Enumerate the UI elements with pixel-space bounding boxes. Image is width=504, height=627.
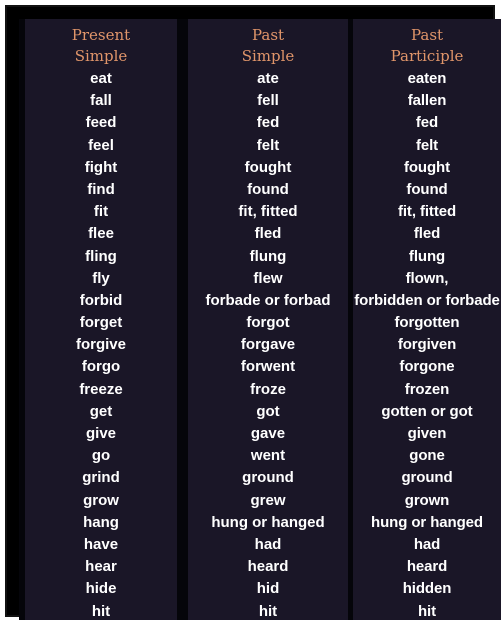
verb-form-cell: hang bbox=[83, 513, 119, 531]
past-participle-column: Past Participle eaten fallen fed felt fought… bbox=[353, 19, 501, 620]
verb-form-cell: ground bbox=[401, 469, 453, 487]
verb-form-cell: forgotten bbox=[394, 314, 460, 332]
verb-form-cell: given bbox=[407, 425, 447, 442]
verb-form-cell: fling bbox=[85, 247, 117, 265]
verb-form-cell: grow bbox=[83, 491, 119, 509]
verb-form-cell: forget bbox=[79, 314, 123, 332]
verb-form-cell: eat bbox=[90, 70, 112, 87]
verb-form-cell: flown, bbox=[405, 269, 449, 287]
verb-form-cell: forgiven bbox=[397, 336, 457, 354]
header-line: Simple bbox=[241, 47, 295, 65]
verb-form-cell: find bbox=[87, 180, 115, 198]
verb-form-cell: go bbox=[91, 447, 111, 465]
header-line: Past bbox=[251, 26, 285, 44]
header-line: Simple bbox=[74, 47, 128, 65]
verb-form-cell: fit bbox=[93, 203, 109, 221]
header-line: Present bbox=[71, 26, 131, 44]
verb-form-cell: fight bbox=[84, 158, 118, 176]
verb-form-cell: hit bbox=[91, 602, 111, 620]
verb-form-cell: have bbox=[83, 535, 119, 553]
verb-form-cell: found bbox=[247, 180, 289, 198]
verb-form-cell: hidden bbox=[402, 580, 452, 598]
verb-form-cell: freeze bbox=[79, 380, 123, 398]
verb-form-cell: forbidden or forbade bbox=[354, 291, 500, 309]
verb-form-cell: hit bbox=[417, 602, 437, 620]
verb-form-cell: hide bbox=[85, 580, 117, 598]
present-simple-column: Present Simple eat fall feed feel fight find f… bbox=[25, 19, 177, 620]
verb-form-cell: gave bbox=[250, 425, 286, 442]
past-simple-header: Past Simple bbox=[188, 25, 348, 67]
verb-form-cell: fed bbox=[415, 114, 439, 132]
verb-table: Present Simple eat fall feed feel fight find f… bbox=[19, 19, 501, 620]
verb-form-cell: frozen bbox=[404, 380, 450, 398]
verb-form-cell: hear bbox=[85, 558, 117, 576]
verb-form-cell: fed bbox=[256, 114, 280, 132]
verb-form-cell: flee bbox=[88, 225, 114, 243]
verb-form-cell: forgot bbox=[246, 314, 290, 332]
verb-form-cell: flung bbox=[408, 247, 446, 265]
verb-form-cell: froze bbox=[250, 380, 286, 398]
verb-form-cell: fell bbox=[257, 92, 279, 110]
verb-form-cell: heard bbox=[247, 558, 289, 576]
header-line: Participle bbox=[390, 47, 464, 65]
verb-form-cell: heard bbox=[406, 558, 448, 576]
verb-form-cell: flung bbox=[249, 247, 287, 265]
verb-form-cell: felt bbox=[415, 136, 439, 154]
verb-form-cell: forbade or forbad bbox=[205, 291, 331, 309]
verb-form-cell: went bbox=[250, 447, 286, 465]
past-simple-list: ate fell fed felt fought found fit, fitted fled… bbox=[188, 68, 348, 623]
present-simple-header: Present Simple bbox=[25, 25, 177, 67]
verb-form-cell: eaten bbox=[407, 70, 447, 87]
present-simple-list: eat fall feed feel fight find fit flee fling fly f… bbox=[25, 68, 177, 623]
verb-form-cell: hung or hanged bbox=[371, 513, 483, 531]
header-line: Past bbox=[410, 26, 444, 44]
verb-form-cell: forgive bbox=[75, 336, 126, 354]
verb-form-cell: grew bbox=[250, 491, 286, 509]
verb-form-cell: forbid bbox=[79, 291, 123, 309]
past-participle-list: eaten fallen fed felt fought found fit, fitted… bbox=[353, 68, 501, 623]
verb-form-cell: give bbox=[85, 425, 116, 442]
verb-form-cell: grown bbox=[404, 491, 450, 509]
verb-form-cell: fought bbox=[244, 158, 292, 176]
verb-form-cell: feed bbox=[85, 114, 117, 132]
verb-form-cell: get bbox=[89, 402, 113, 420]
verb-form-cell: fly bbox=[92, 269, 110, 287]
verb-form-cell: got bbox=[256, 402, 280, 420]
page-frame: Present Simple eat fall feed feel fight find f… bbox=[5, 5, 501, 620]
verb-form-cell: fit, fitted bbox=[397, 203, 457, 221]
verb-form-cell: had bbox=[413, 535, 441, 553]
verb-form-cell: found bbox=[406, 180, 448, 198]
verb-form-cell: forwent bbox=[240, 358, 296, 376]
verb-form-cell: hit bbox=[258, 602, 278, 620]
verb-form-cell: ground bbox=[242, 469, 294, 487]
past-simple-column: Past Simple ate fell fed felt fought found fit… bbox=[188, 19, 348, 620]
verb-form-cell: fallen bbox=[407, 92, 447, 110]
verb-form-cell: gotten or got bbox=[381, 402, 473, 420]
verb-form-cell: hid bbox=[256, 580, 280, 598]
verb-form-cell: forgo bbox=[81, 358, 121, 376]
verb-form-cell: fled bbox=[413, 225, 441, 243]
verb-form-cell: feel bbox=[88, 136, 114, 154]
past-participle-header: Past Participle bbox=[353, 25, 501, 67]
verb-form-cell: flew bbox=[253, 269, 283, 287]
verb-form-cell: gone bbox=[409, 447, 445, 465]
verb-form-cell: ate bbox=[257, 70, 279, 87]
verb-form-cell: fall bbox=[90, 92, 112, 110]
verb-form-cell: fled bbox=[254, 225, 282, 243]
verb-form-cell: fought bbox=[403, 158, 451, 176]
verb-form-cell: had bbox=[254, 535, 282, 553]
verb-form-cell: fit, fitted bbox=[238, 203, 298, 221]
verb-form-cell: forgave bbox=[240, 336, 296, 354]
verb-form-cell: felt bbox=[256, 136, 280, 154]
verb-form-cell: grind bbox=[82, 469, 120, 487]
verb-form-cell: forgone bbox=[399, 358, 455, 376]
verb-form-cell: hung or hanged bbox=[211, 513, 325, 531]
